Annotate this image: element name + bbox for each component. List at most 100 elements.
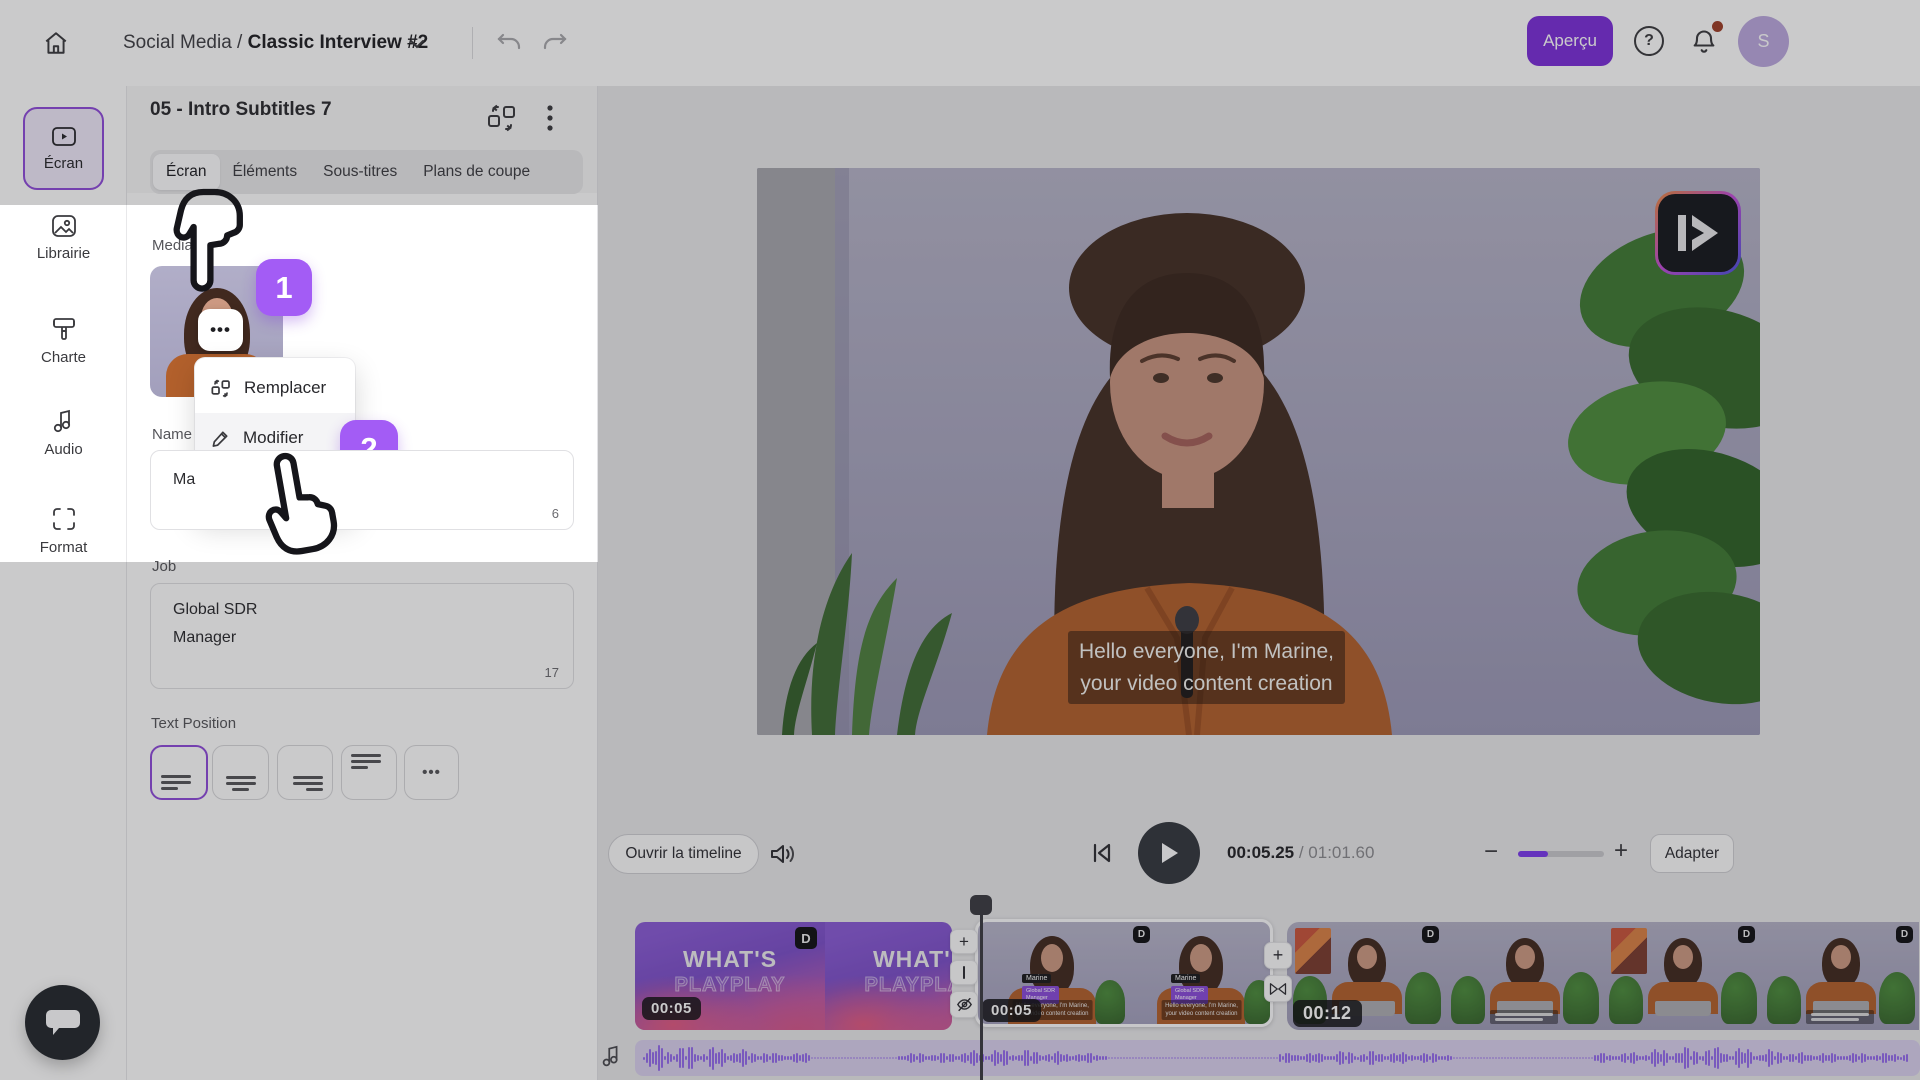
paint-roller-icon — [51, 316, 77, 342]
replace-screen-icon[interactable] — [487, 104, 517, 132]
playplay-d-badge: D — [1133, 926, 1150, 943]
timeline-clip-3[interactable]: D D D — [1287, 922, 1920, 1030]
breadcrumb-project[interactable]: Social Media — [123, 32, 232, 54]
playback-time: 00:05.25 / 01:01.60 — [1227, 843, 1374, 863]
laptop — [1655, 1001, 1711, 1016]
current-time: 00:05.25 — [1227, 843, 1294, 862]
tutorial-badge-1: 1 — [256, 259, 312, 316]
screen-icon — [51, 125, 77, 149]
name-input[interactable]: Ma 6 — [150, 450, 574, 530]
subtitle-line1: Hello everyone, I'm Marine, — [1079, 636, 1334, 668]
cut-button[interactable] — [950, 960, 978, 985]
chat-widget-button[interactable] — [25, 985, 100, 1060]
bell-icon[interactable] — [1690, 28, 1718, 56]
sidebar-item-charte[interactable]: Charte — [0, 316, 127, 366]
text-position-top-left[interactable] — [341, 745, 397, 800]
playplay-d-badge: D — [1422, 926, 1439, 943]
breadcrumb[interactable]: Social Media / Classic Interview #2 — [123, 0, 428, 86]
subtitle-line2: your video content creation — [1080, 668, 1332, 700]
breadcrumb-current[interactable]: Classic Interview #2 — [248, 32, 429, 54]
playplay-d-badge: D — [795, 927, 817, 949]
name-value: Ma — [173, 466, 195, 494]
clip1-duration: 00:05 — [642, 997, 701, 1020]
sidebar-item-format[interactable]: Format — [0, 506, 127, 556]
playhead-line — [980, 912, 983, 1080]
kebab-menu-icon[interactable] — [546, 104, 554, 132]
job-value-line1: Global SDR — [173, 596, 257, 624]
text-position-bottom-right[interactable] — [277, 745, 333, 800]
wall-poster — [1611, 928, 1647, 974]
clip3-frame: D — [1603, 922, 1761, 1030]
avatar[interactable]: S — [1738, 16, 1789, 67]
total-time: 01:01.60 — [1308, 843, 1374, 862]
job-char-count: 17 — [545, 665, 559, 680]
tab-plans-de-coupe[interactable]: Plans de coupe — [410, 154, 543, 190]
text-position-more[interactable]: ••• — [404, 745, 459, 800]
media-options-button[interactable]: ••• — [198, 309, 243, 351]
speaker-name-tag: Marine — [1022, 974, 1051, 983]
clip2-duration: 00:05 — [982, 999, 1041, 1022]
mini-subtitle-blur — [1490, 1010, 1558, 1024]
name-char-count: 6 — [552, 506, 559, 521]
screen-title: 05 - Intro Subtitles 7 — [150, 99, 332, 121]
tab-ecran[interactable]: Écran — [153, 154, 220, 190]
sidebar-item-librairie[interactable]: Librairie — [0, 214, 127, 262]
add-screen-button[interactable]: + — [950, 929, 978, 954]
wall-poster — [1295, 928, 1331, 974]
chat-bubble-icon — [45, 1008, 81, 1038]
playplay-logo — [1655, 191, 1741, 275]
video-subtitle: Hello everyone, I'm Marine, your video c… — [1068, 631, 1345, 704]
menu-item-remplacer[interactable]: Remplacer — [195, 363, 355, 413]
music-note-icon — [52, 408, 76, 434]
frame-icon — [51, 506, 77, 532]
transition-button[interactable] — [1264, 975, 1292, 1002]
top-bar: Social Media / Classic Interview #2 Aper… — [0, 0, 1920, 86]
redo-icon[interactable] — [542, 31, 568, 55]
text-position-bottom-left[interactable] — [150, 745, 208, 800]
skip-start-icon[interactable] — [1090, 841, 1114, 865]
preview-button[interactable]: Aperçu — [1527, 16, 1613, 66]
pencil-icon — [211, 429, 230, 448]
open-timeline-button[interactable]: Ouvrir la timeline — [608, 834, 759, 874]
home-icon[interactable] — [43, 30, 69, 56]
tutorial-hand-cursor-2 — [241, 444, 342, 563]
playplay-d-badge: D — [1738, 926, 1755, 943]
speaker-name-tag: Marine — [1171, 974, 1200, 983]
clip1-frame: WHAT'S PLAYPLAY — [825, 922, 952, 1030]
text-position-bottom-center[interactable] — [212, 745, 269, 800]
text-position-label: Text Position — [151, 715, 236, 732]
audio-track-icon — [601, 1043, 623, 1069]
mini-subtitle-blur — [1806, 1010, 1874, 1024]
zoom-out-button[interactable]: − — [1484, 838, 1498, 866]
clip3-duration: 00:12 — [1293, 1000, 1362, 1027]
help-icon[interactable]: ? — [1634, 26, 1664, 56]
undo-icon[interactable] — [496, 31, 522, 55]
clip2-frame: D Marine Global SDRManager Hello everyon… — [1127, 922, 1273, 1024]
sidebar-item-audio[interactable]: Audio — [0, 408, 127, 458]
tutorial-hand-cursor-1 — [160, 188, 244, 294]
add-screen-button[interactable]: + — [1264, 942, 1292, 969]
notification-dot — [1712, 21, 1723, 32]
job-input[interactable]: Global SDR Manager 17 — [150, 583, 574, 689]
hide-subtitles-button[interactable] — [950, 991, 978, 1018]
sidebar-item-ecran[interactable]: Écran — [23, 107, 104, 190]
zoom-slider-fill — [1518, 851, 1548, 857]
timeline-zoom-slider[interactable] — [1518, 851, 1604, 857]
playplay-d-badge: D — [1896, 926, 1913, 943]
chevron-down-icon[interactable] — [408, 38, 426, 50]
playhead-handle[interactable] — [970, 895, 992, 915]
play-button[interactable] — [1138, 822, 1200, 884]
tab-elements[interactable]: Éléments — [220, 154, 311, 190]
fit-button[interactable]: Adapter — [1650, 834, 1734, 873]
topbar-divider — [472, 27, 473, 59]
volume-icon[interactable] — [769, 841, 796, 867]
clip3-frame: D — [1761, 922, 1919, 1030]
replace-icon — [211, 379, 231, 398]
job-label: Job — [152, 558, 176, 575]
tab-sous-titres[interactable]: Sous-titres — [310, 154, 410, 190]
audio-waveform[interactable] — [635, 1040, 1920, 1076]
mini-subtitle: Hello everyone, I'm Marine,your video co… — [1161, 1000, 1242, 1020]
zoom-in-button[interactable]: + — [1614, 837, 1628, 865]
image-icon — [51, 214, 77, 238]
job-value-line2: Manager — [173, 624, 257, 652]
